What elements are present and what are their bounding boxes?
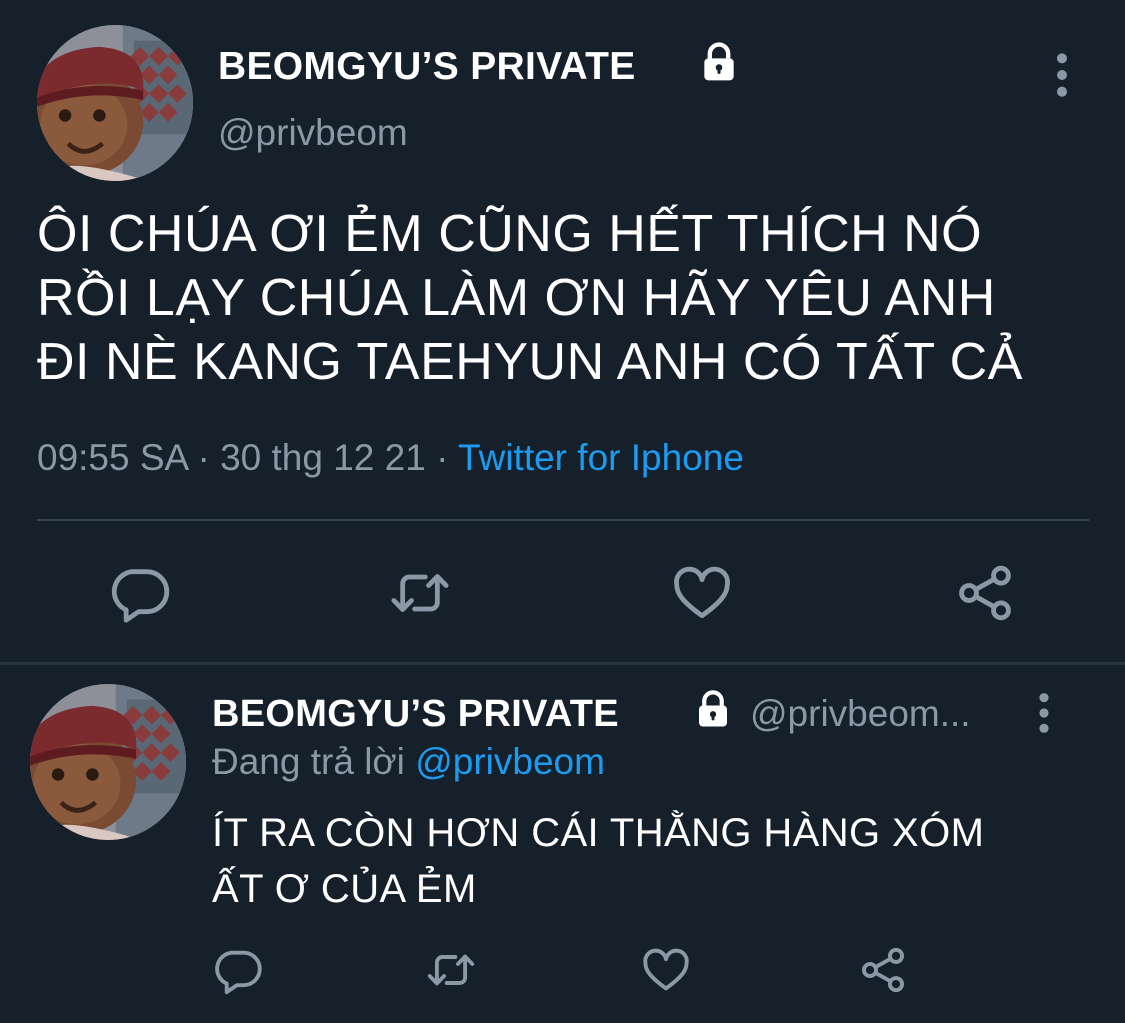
like-icon[interactable] xyxy=(670,561,734,625)
tweet-separator xyxy=(0,662,1125,665)
reply-icon[interactable] xyxy=(212,944,264,996)
display-name[interactable]: BEOMGYU’S PRIVATE xyxy=(212,693,619,736)
mention-link[interactable]: @privbeom xyxy=(415,741,605,782)
share-icon[interactable] xyxy=(953,561,1017,625)
user-handle[interactable]: @privbeom xyxy=(218,112,408,154)
replying-label: Đang trả lời xyxy=(212,741,405,782)
tweet-source-link[interactable]: Twitter for Iphone xyxy=(458,437,744,478)
user-handle[interactable]: @privbeom... xyxy=(750,693,971,735)
retweet-icon[interactable] xyxy=(425,944,477,996)
divider xyxy=(37,519,1089,521)
more-vertical-icon[interactable] xyxy=(1044,50,1080,100)
tweet-time: 09:55 SA xyxy=(37,437,188,478)
tweet-text: ÔI CHÚA ƠI ẺM CŨNG HẾT THÍCH NÓ RỒI LẠY … xyxy=(37,205,1023,391)
more-vertical-icon[interactable] xyxy=(1026,690,1062,736)
lock-icon xyxy=(697,40,741,84)
tweet-date: 30 thg 12 21 xyxy=(220,437,426,478)
avatar[interactable] xyxy=(37,25,193,181)
avatar[interactable] xyxy=(30,684,186,840)
avatar-photo xyxy=(37,25,193,181)
meta-separator: · xyxy=(187,437,221,478)
retweet-icon[interactable] xyxy=(388,561,452,625)
avatar-photo xyxy=(30,684,186,840)
replying-to: Đang trả lời @privbeom xyxy=(212,741,605,783)
tweet-text: ÍT RA CÒN HƠN CÁI THẰNG HÀNG XÓM ẤT Ơ CỦ… xyxy=(212,811,985,911)
lock-icon xyxy=(692,688,734,730)
display-name[interactable]: BEOMGYU’S PRIVATE xyxy=(218,45,636,89)
tweet-meta: 09:55 SA · 30 thg 12 21 · Twitter for Ip… xyxy=(37,437,744,479)
reply-icon[interactable] xyxy=(108,561,172,625)
like-icon[interactable] xyxy=(640,944,692,996)
meta-separator: · xyxy=(425,437,459,478)
share-icon[interactable] xyxy=(857,944,909,996)
